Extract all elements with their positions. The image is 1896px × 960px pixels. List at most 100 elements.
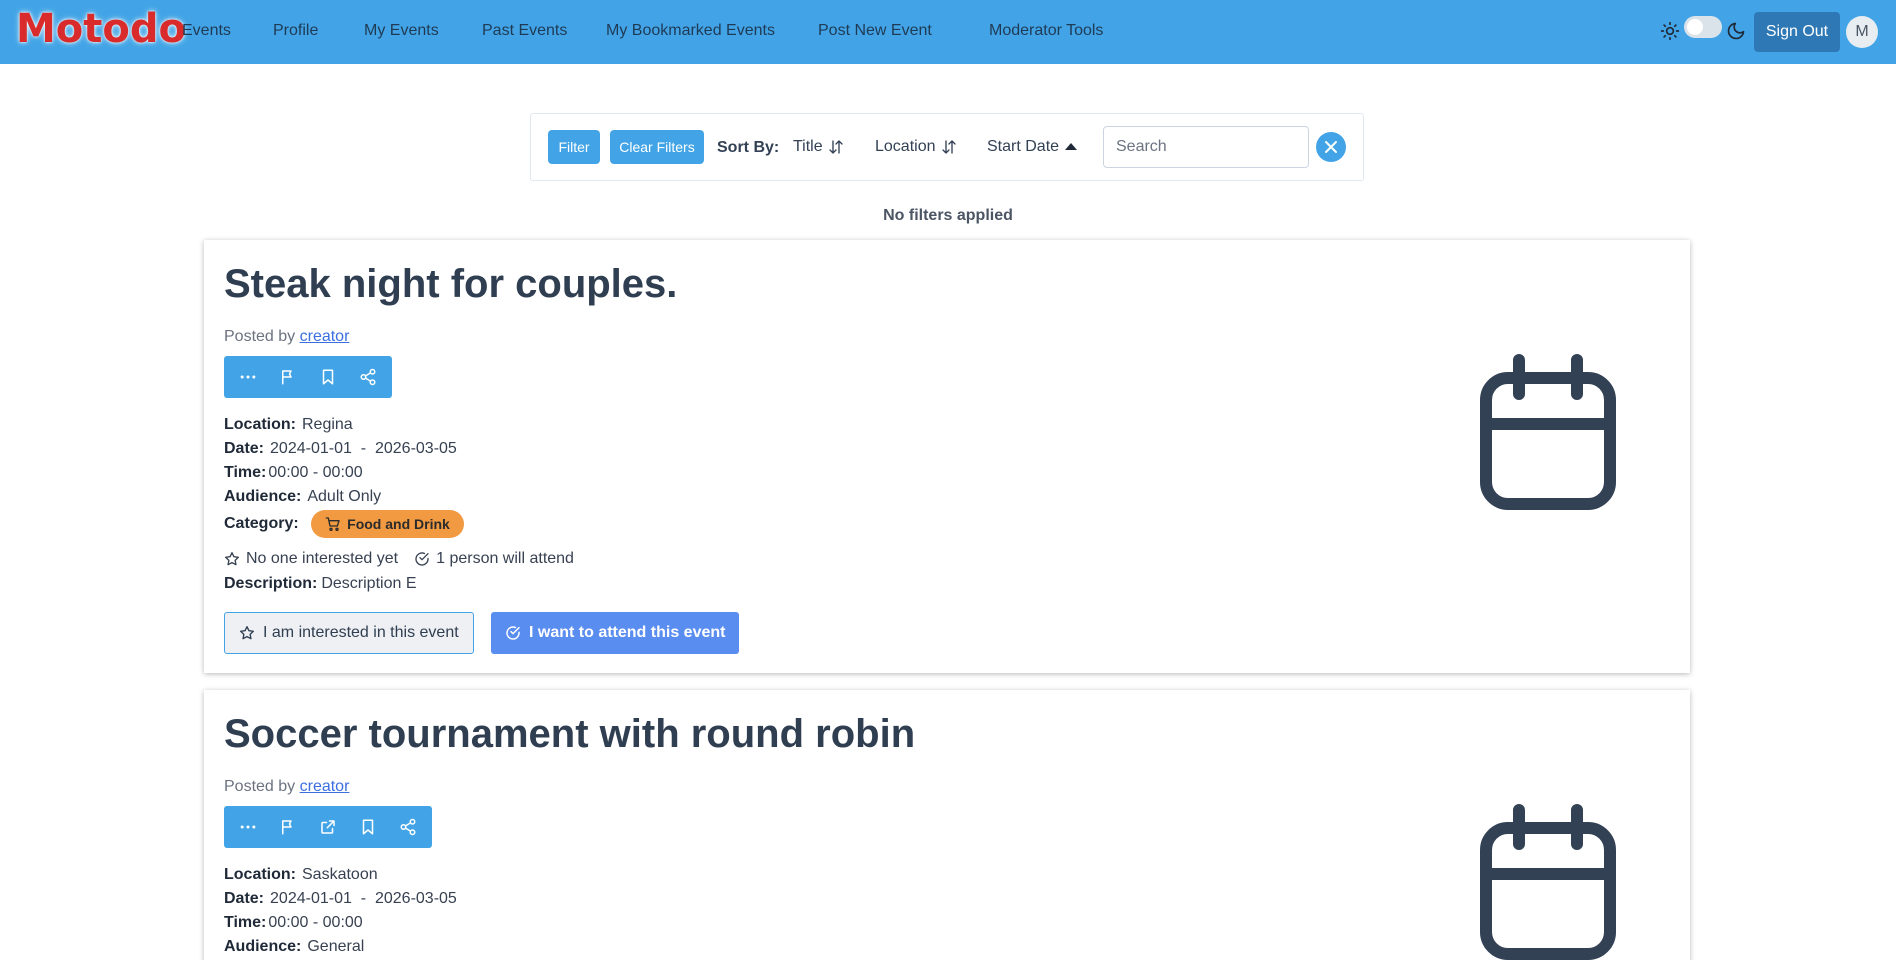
filter-bar: Filter Clear Filters Sort By: Title Loca… xyxy=(530,113,1364,181)
nav-link-profile[interactable]: Profile xyxy=(273,22,318,40)
clear-filters-button[interactable]: Clear Filters xyxy=(610,130,704,164)
filter-status: No filters applied xyxy=(883,207,1013,224)
open-external-button[interactable] xyxy=(308,806,348,848)
posted-by: Posted by creator xyxy=(224,778,349,796)
star-icon xyxy=(240,626,254,640)
author-link[interactable]: creator xyxy=(300,778,350,795)
description-value: Description E xyxy=(321,575,417,592)
engagement-stats: No one interested yet 1 person will atte… xyxy=(224,550,574,568)
bookmark-button[interactable] xyxy=(308,356,348,398)
sun-icon xyxy=(1660,21,1680,41)
more-options-button[interactable] xyxy=(228,806,268,848)
more-options-button[interactable] xyxy=(228,356,268,398)
time-label: Time: xyxy=(224,914,267,931)
sort-start-date[interactable]: Start Date xyxy=(987,138,1079,156)
sort-title[interactable]: Title xyxy=(793,138,845,156)
share-icon xyxy=(360,368,376,386)
nav-link-post-new-event[interactable]: Post New Event xyxy=(818,22,932,40)
attend-count: 1 person will attend xyxy=(436,550,574,567)
share-icon xyxy=(400,818,416,836)
date-value: 2024-01-01 - 2026-03-05 xyxy=(270,890,457,907)
calendar-icon xyxy=(1480,804,1616,960)
bookmark-button[interactable] xyxy=(348,806,388,848)
sort-location-label: Location xyxy=(875,138,936,155)
sort-by-label: Sort By: xyxy=(717,139,780,156)
check-circle-icon xyxy=(506,626,520,640)
attend-button[interactable]: I want to attend this event xyxy=(491,612,740,654)
clear-search-button[interactable] xyxy=(1316,132,1346,162)
event-title: Soccer tournament with round robin xyxy=(224,712,916,756)
category-field: Category: Food and Drink xyxy=(224,510,464,538)
description-field: Description: Description E xyxy=(224,575,417,593)
event-title: Steak night for couples. xyxy=(224,262,678,306)
cart-icon xyxy=(325,517,340,531)
nav-link-past-events[interactable]: Past Events xyxy=(482,22,567,40)
attend-button-label: I want to attend this event xyxy=(529,624,726,641)
flag-icon xyxy=(282,370,292,385)
report-button[interactable] xyxy=(268,806,308,848)
category-value: Food and Drink xyxy=(347,516,450,532)
nav-link-moderator-tools[interactable]: Moderator Tools xyxy=(989,22,1103,40)
theme-toggle-knob xyxy=(1687,19,1703,35)
calendar-icon xyxy=(1480,354,1616,510)
location-label: Location: xyxy=(224,416,296,433)
report-button[interactable] xyxy=(268,356,308,398)
event-action-toolbar xyxy=(224,356,392,398)
time-value: 00:00 - 00:00 xyxy=(268,464,363,481)
sort-title-label: Title xyxy=(793,138,823,155)
sort-location[interactable]: Location xyxy=(875,138,958,156)
theme-toggle[interactable] xyxy=(1684,16,1722,38)
time-field: Time: 00:00 - 00:00 xyxy=(224,464,363,482)
date-label: Date: xyxy=(224,440,265,457)
time-label: Time: xyxy=(224,464,267,481)
audience-value: General xyxy=(307,938,365,955)
date-field: Date: 2024-01-01 - 2026-03-05 xyxy=(224,890,457,908)
time-value: 00:00 - 00:00 xyxy=(268,914,363,931)
caret-up-icon xyxy=(1065,143,1078,150)
posted-by-prefix: Posted by xyxy=(224,328,296,345)
posted-by: Posted by creator xyxy=(224,328,349,346)
top-navbar: Motodo Events Profile My Events Past Eve… xyxy=(0,0,1896,64)
check-circle-icon xyxy=(415,552,429,566)
category-badge: Food and Drink xyxy=(311,510,464,538)
search-input[interactable] xyxy=(1103,126,1309,168)
filter-button[interactable]: Filter xyxy=(548,130,600,164)
app-logo[interactable]: Motodo xyxy=(16,6,186,52)
description-label: Description: xyxy=(224,575,318,592)
more-horizontal-icon xyxy=(240,375,256,379)
interested-button-label: I am interested in this event xyxy=(263,624,459,641)
audience-label: Audience: xyxy=(224,938,302,955)
audience-value: Adult Only xyxy=(307,488,382,505)
audience-label: Audience: xyxy=(224,488,302,505)
nav-link-events[interactable]: Events xyxy=(182,22,231,40)
moon-icon xyxy=(1727,22,1745,40)
bookmark-icon xyxy=(322,369,334,385)
nav-link-my-events[interactable]: My Events xyxy=(364,22,439,40)
audience-field: Audience: Adult Only xyxy=(224,488,381,506)
location-label: Location: xyxy=(224,866,296,883)
location-field: Location: Saskatoon xyxy=(224,866,378,884)
close-icon xyxy=(1325,141,1337,153)
event-card: Soccer tournament with round robin Poste… xyxy=(204,690,1690,960)
external-link-icon xyxy=(321,820,335,834)
interested-button[interactable]: I am interested in this event xyxy=(224,612,474,654)
date-label: Date: xyxy=(224,890,265,907)
location-field: Location: Regina xyxy=(224,416,353,434)
event-card: Steak night for couples. Posted by creat… xyxy=(204,240,1690,673)
bookmark-icon xyxy=(362,819,374,835)
sort-arrows-icon xyxy=(941,140,956,154)
share-button[interactable] xyxy=(348,356,388,398)
date-value: 2024-01-01 - 2026-03-05 xyxy=(270,440,457,457)
sort-arrows-icon xyxy=(828,140,843,154)
posted-by-prefix: Posted by xyxy=(224,778,296,795)
interested-count: No one interested yet xyxy=(246,550,399,567)
audience-field: Audience: General xyxy=(224,938,364,956)
location-value: Saskatoon xyxy=(302,866,378,883)
avatar[interactable]: M xyxy=(1846,16,1878,48)
sign-out-button[interactable]: Sign Out xyxy=(1754,12,1840,52)
author-link[interactable]: creator xyxy=(300,328,350,345)
share-button[interactable] xyxy=(388,806,428,848)
date-field: Date: 2024-01-01 - 2026-03-05 xyxy=(224,440,457,458)
nav-link-bookmarked-events[interactable]: My Bookmarked Events xyxy=(606,22,775,40)
location-value: Regina xyxy=(302,416,353,433)
